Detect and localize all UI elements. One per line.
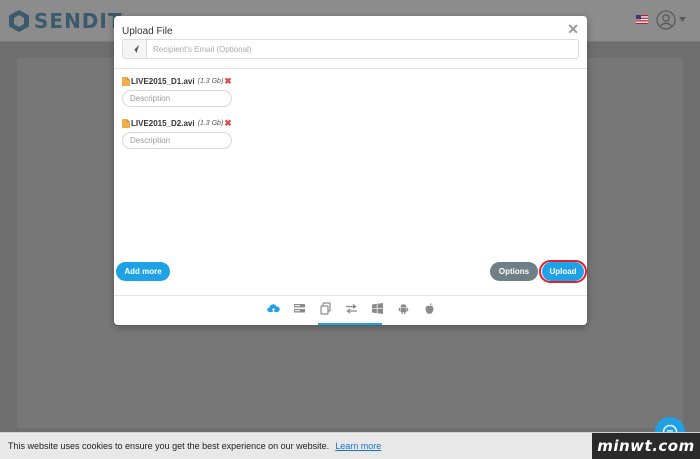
tab-apple[interactable] [416, 302, 442, 320]
send-plane-icon [123, 40, 147, 58]
add-more-button[interactable]: Add more [116, 262, 170, 281]
upload-button[interactable]: Upload [542, 262, 584, 281]
file-item: LIVE2015_D2.avi (1.3 Gb) ✖ [122, 117, 232, 149]
recipient-email-row [122, 39, 579, 59]
file-item: LIVE2015_D1.avi (1.3 Gb) ✖ [122, 75, 232, 107]
file-name: LIVE2015_D2.avi [131, 118, 195, 128]
file-icon [122, 76, 130, 86]
tab-cloud-upload[interactable] [260, 302, 286, 320]
cookie-text: This website uses cookies to ensure you … [8, 441, 330, 451]
divider [114, 295, 587, 296]
us-flag-icon[interactable] [636, 15, 648, 24]
recipient-email-input[interactable] [147, 40, 578, 58]
windows-icon [371, 303, 383, 314]
tab-android[interactable] [390, 302, 416, 320]
upload-file-modal: Upload File ✕ LIVE2015_D1.avi (1.3 Gb) ✖ [114, 16, 587, 325]
modal-title: Upload File [122, 26, 173, 37]
remove-file-icon[interactable]: ✖ [224, 118, 232, 128]
tab-copy[interactable] [312, 302, 338, 320]
sendit-logo[interactable]: SENDIT [8, 9, 123, 33]
android-icon [398, 304, 408, 315]
learn-more-link[interactable]: Learn more [335, 441, 381, 451]
tab-windows[interactable] [364, 302, 390, 320]
chevron-down-icon[interactable] [679, 17, 686, 22]
watermark: minwt.com [592, 433, 700, 459]
transfer-arrows-icon [345, 303, 357, 314]
apple-icon [425, 303, 433, 314]
options-button[interactable]: Options [490, 262, 538, 281]
cloud-upload-icon [266, 304, 280, 313]
tab-active-indicator [318, 323, 382, 325]
logo-hexagon-icon [9, 10, 29, 32]
file-size: (1.3 Gb) [197, 119, 224, 127]
description-input[interactable] [122, 132, 232, 149]
user-account-icon[interactable] [656, 10, 676, 30]
description-input[interactable] [122, 90, 232, 107]
logo-text: SENDIT [34, 9, 123, 33]
file-size: (1.3 Gb) [197, 77, 224, 85]
file-icon [122, 118, 130, 128]
close-icon[interactable]: ✕ [567, 22, 579, 36]
file-name: LIVE2015_D1.avi [131, 76, 195, 86]
tab-server[interactable] [286, 302, 312, 320]
divider [114, 68, 587, 69]
remove-file-icon[interactable]: ✖ [224, 76, 232, 86]
copy-icon [319, 302, 331, 315]
tab-transfer[interactable] [338, 302, 364, 320]
upload-method-tabs [260, 302, 442, 324]
server-icon [293, 304, 305, 313]
